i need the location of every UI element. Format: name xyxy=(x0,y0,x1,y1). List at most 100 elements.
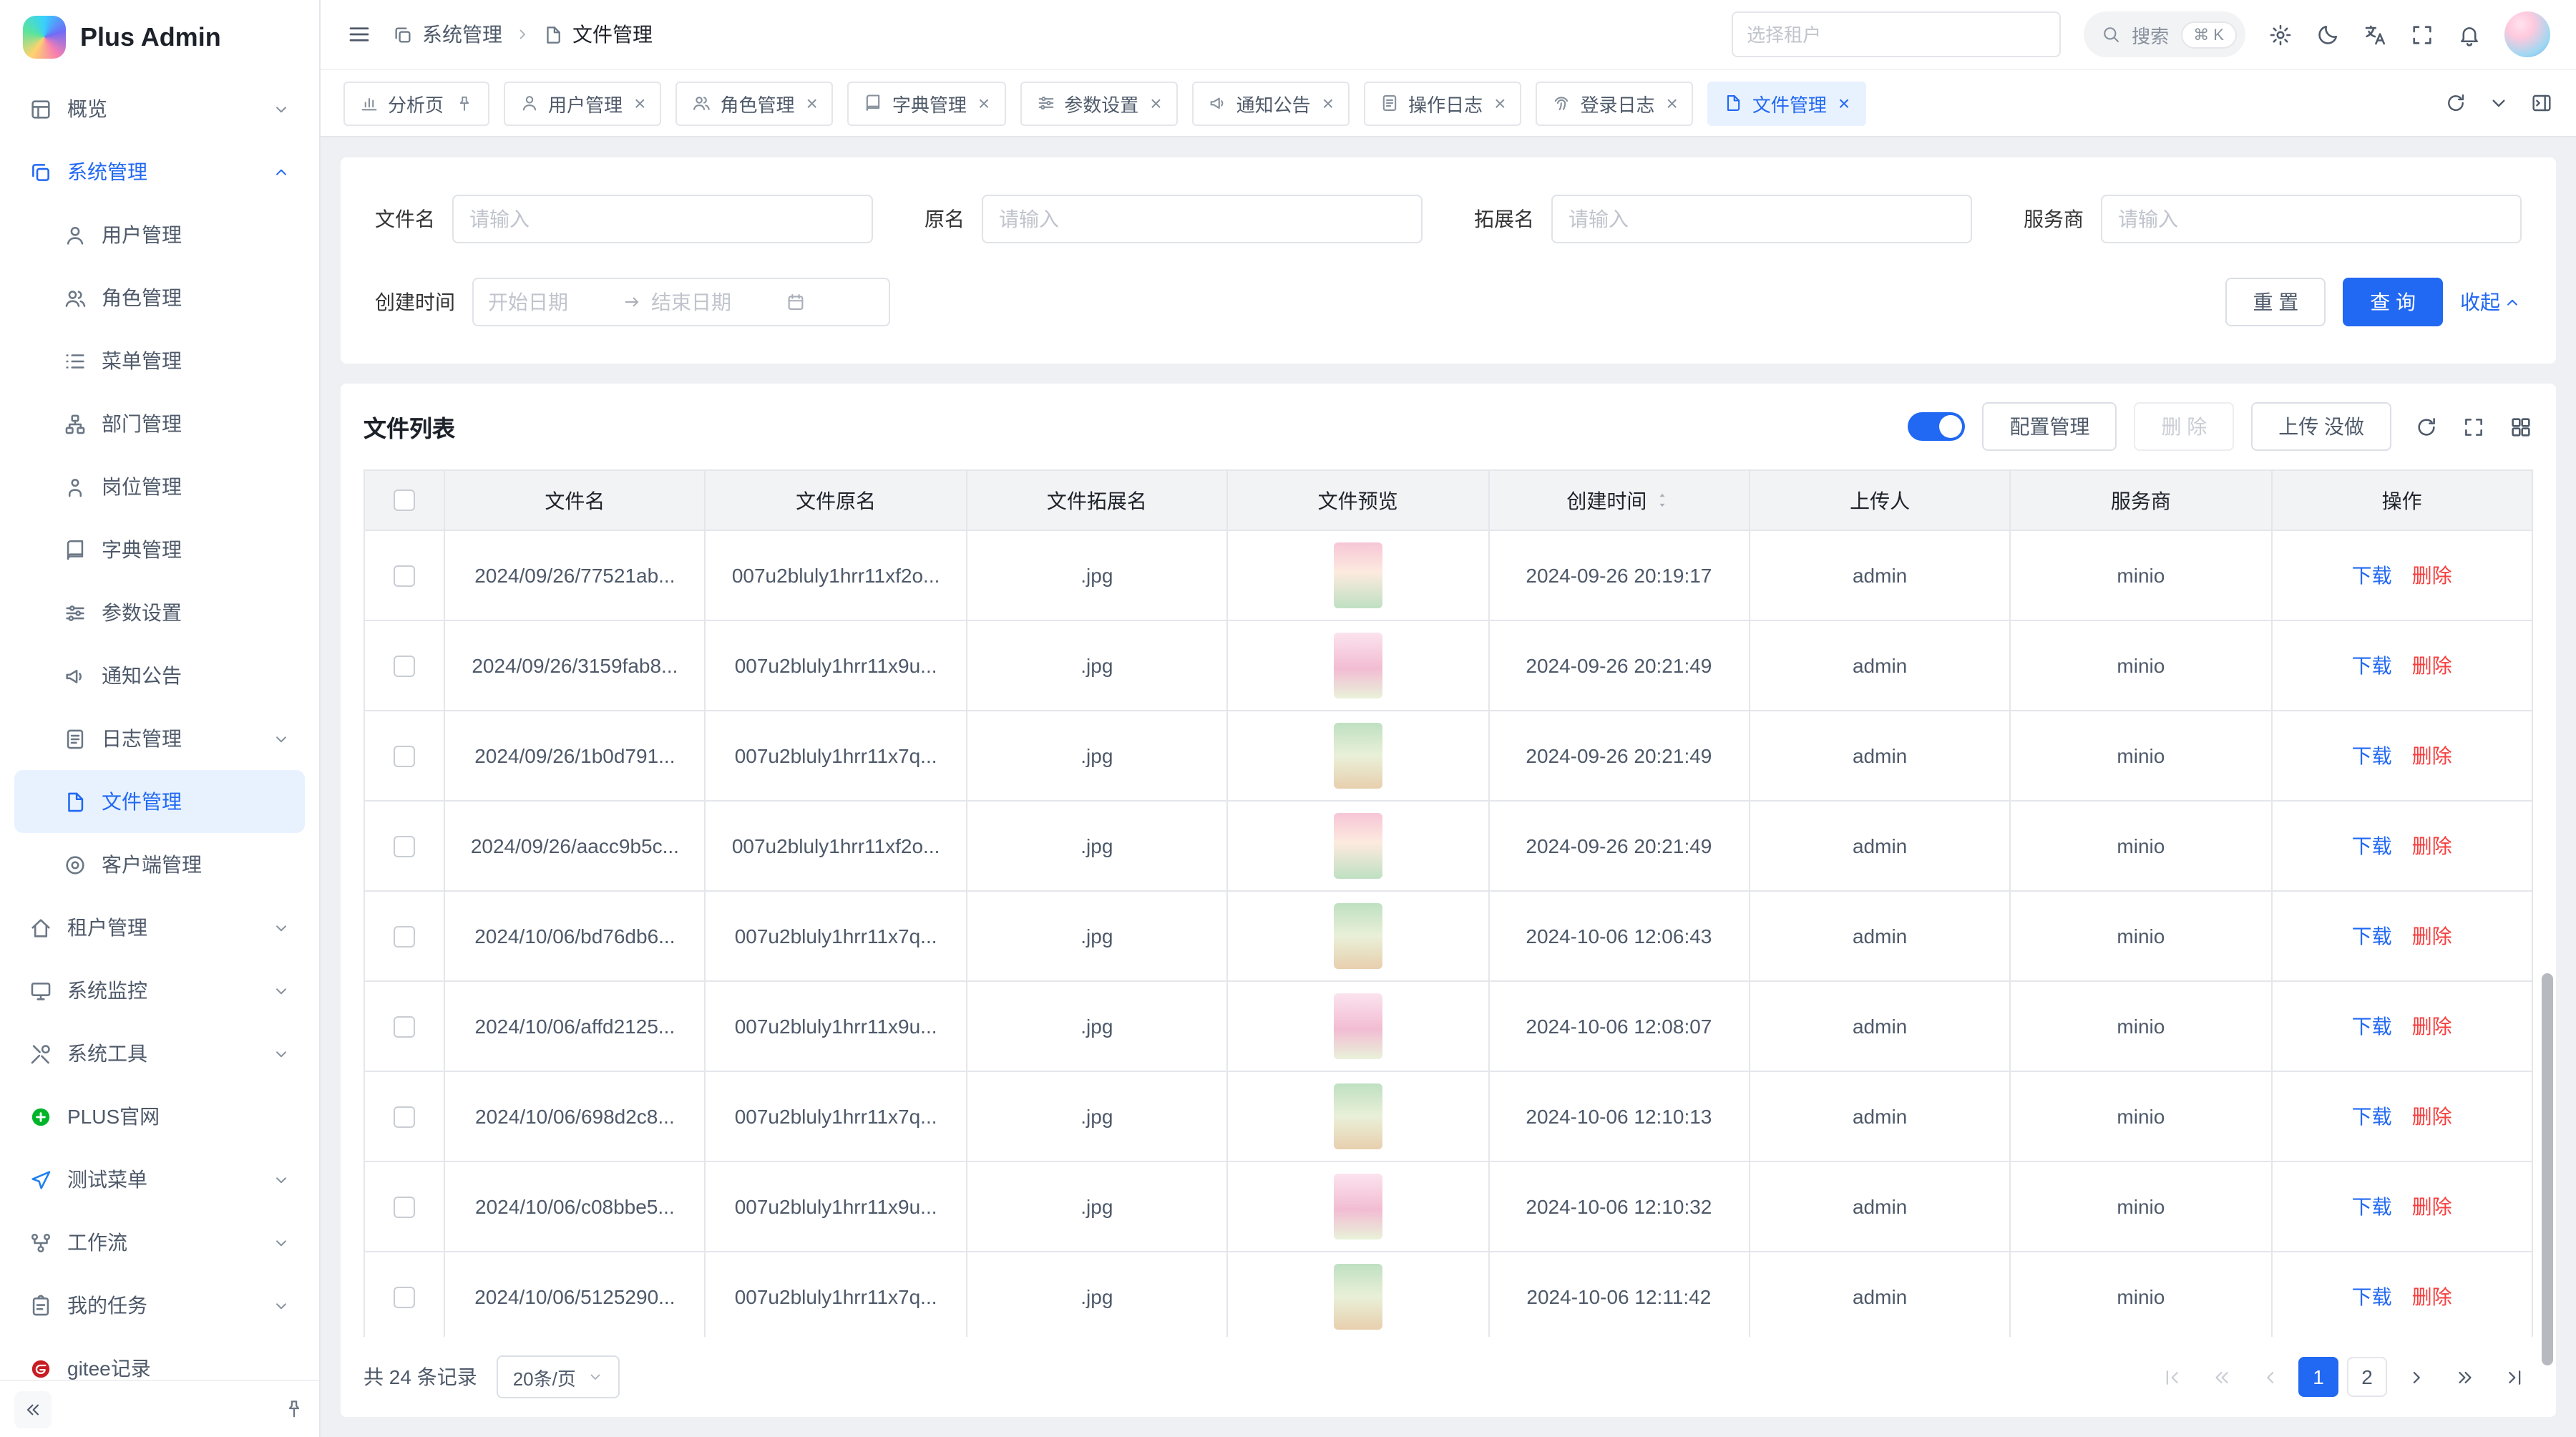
tab-item[interactable]: 登录日志× xyxy=(1536,81,1693,125)
download-link[interactable]: 下载 xyxy=(2352,741,2392,770)
file-preview-thumbnail[interactable] xyxy=(1334,723,1382,789)
row-checkbox[interactable] xyxy=(394,565,415,586)
delete-link[interactable]: 删除 xyxy=(2412,1012,2452,1041)
tab-item[interactable]: 文件管理× xyxy=(1708,81,1865,125)
file-preview-thumbnail[interactable] xyxy=(1334,903,1382,969)
tab-item[interactable]: 字典管理× xyxy=(848,81,1005,125)
sidebar-item[interactable]: 客户端管理 xyxy=(14,833,305,896)
file-preview-thumbnail[interactable] xyxy=(1334,542,1382,608)
tab-close-icon[interactable]: × xyxy=(1667,93,1678,113)
tenant-select-input[interactable] xyxy=(1731,11,2060,57)
dchevleft-button[interactable] xyxy=(2201,1357,2241,1397)
sidebar-item[interactable]: gitee记录 xyxy=(14,1337,305,1380)
barleft-button[interactable] xyxy=(2152,1357,2192,1397)
download-link[interactable]: 下载 xyxy=(2352,1192,2392,1221)
delete-link[interactable]: 删除 xyxy=(2412,832,2452,860)
batch-delete-button[interactable]: 删 除 xyxy=(2134,402,2234,451)
fullscreen-icon[interactable] xyxy=(2410,22,2434,47)
user-avatar[interactable] xyxy=(2504,11,2550,57)
chevleft-button[interactable] xyxy=(2250,1357,2290,1397)
select-all-checkbox[interactable] xyxy=(394,489,415,511)
sidebar-item[interactable]: 工作流 xyxy=(14,1211,305,1274)
download-link[interactable]: 下载 xyxy=(2352,1282,2392,1311)
download-link[interactable]: 下载 xyxy=(2352,832,2392,860)
layout-fold-icon[interactable] xyxy=(2530,92,2553,115)
filter-input[interactable] xyxy=(2101,195,2522,243)
file-preview-thumbnail[interactable] xyxy=(1334,1083,1382,1149)
collapse-sidebar-button[interactable] xyxy=(14,1390,52,1428)
sidebar-item[interactable]: 菜单管理 xyxy=(14,329,305,392)
column-header[interactable]: 创建时间 xyxy=(1488,470,1750,530)
filter-input[interactable] xyxy=(982,195,1423,243)
sidebar-item[interactable]: 用户管理 xyxy=(14,203,305,266)
tab-close-icon[interactable]: × xyxy=(806,93,817,113)
delete-link[interactable]: 删除 xyxy=(2412,922,2452,950)
page-size-select[interactable]: 20条/页 xyxy=(497,1355,620,1398)
sidebar-item[interactable]: 概览 xyxy=(14,77,305,140)
tab-item[interactable]: 用户管理× xyxy=(504,81,661,125)
download-link[interactable]: 下载 xyxy=(2352,561,2392,590)
row-checkbox[interactable] xyxy=(394,745,415,766)
delete-link[interactable]: 删除 xyxy=(2412,741,2452,770)
reset-button[interactable]: 重 置 xyxy=(2225,278,2326,326)
settings-gear-icon[interactable] xyxy=(2268,22,2293,47)
download-link[interactable]: 下载 xyxy=(2352,1012,2392,1041)
sidebar-item[interactable]: 系统工具 xyxy=(14,1022,305,1085)
tab-pin-icon[interactable] xyxy=(455,94,474,112)
date-end-input[interactable] xyxy=(651,291,777,313)
sort-icon[interactable] xyxy=(1652,491,1671,510)
sidebar-item[interactable]: 岗位管理 xyxy=(14,455,305,518)
sidebar-item[interactable]: 通知公告 xyxy=(14,644,305,707)
dark-mode-moon-icon[interactable] xyxy=(2316,22,2340,47)
file-preview-thumbnail[interactable] xyxy=(1334,1264,1382,1330)
breadcrumb-item[interactable]: 系统管理 xyxy=(392,20,502,49)
row-checkbox[interactable] xyxy=(394,1015,415,1037)
file-preview-thumbnail[interactable] xyxy=(1334,993,1382,1059)
config-manage-button[interactable]: 配置管理 xyxy=(1982,402,2117,451)
tab-close-icon[interactable]: × xyxy=(1322,93,1334,113)
tab-item[interactable]: 参数设置× xyxy=(1020,81,1177,125)
logo[interactable]: Plus Admin xyxy=(0,0,319,74)
date-range-picker[interactable] xyxy=(472,278,890,326)
sidebar-item[interactable]: 角色管理 xyxy=(14,266,305,329)
refresh-tab-icon[interactable] xyxy=(2444,92,2467,115)
row-checkbox[interactable] xyxy=(394,1286,415,1307)
breadcrumb-item[interactable]: 文件管理 xyxy=(542,20,653,49)
page-number-button[interactable]: 2 xyxy=(2347,1357,2387,1397)
sidebar-item[interactable]: 系统管理 xyxy=(14,140,305,203)
download-link[interactable]: 下载 xyxy=(2352,651,2392,680)
table-scrollbar[interactable] xyxy=(2542,973,2553,1365)
global-search-button[interactable]: 搜索 ⌘ K xyxy=(2083,11,2245,57)
file-preview-thumbnail[interactable] xyxy=(1334,813,1382,879)
tab-close-icon[interactable]: × xyxy=(1494,93,1506,113)
sidebar-item[interactable]: 日志管理 xyxy=(14,707,305,770)
delete-link[interactable]: 删除 xyxy=(2412,1282,2452,1311)
filter-input[interactable] xyxy=(1551,195,1972,243)
download-link[interactable]: 下载 xyxy=(2352,922,2392,950)
tab-item[interactable]: 操作日志× xyxy=(1364,81,1521,125)
sidebar-item[interactable]: 部门管理 xyxy=(14,392,305,455)
download-link[interactable]: 下载 xyxy=(2352,1102,2392,1131)
sidebar-item[interactable]: PLUS官网 xyxy=(14,1085,305,1148)
sidebar-item[interactable]: 参数设置 xyxy=(14,581,305,644)
pin-icon[interactable] xyxy=(283,1398,305,1420)
hamburger-menu-icon[interactable] xyxy=(346,21,372,47)
row-checkbox[interactable] xyxy=(394,835,415,857)
row-checkbox[interactable] xyxy=(394,1106,415,1127)
date-start-input[interactable] xyxy=(488,291,614,313)
tab-item[interactable]: 角色管理× xyxy=(675,81,833,125)
chevright-button[interactable] xyxy=(2396,1357,2436,1397)
delete-link[interactable]: 删除 xyxy=(2412,1102,2452,1131)
search-button[interactable]: 查 询 xyxy=(2343,278,2443,326)
expand-table-icon[interactable] xyxy=(2462,414,2486,439)
sidebar-item[interactable]: 测试菜单 xyxy=(14,1148,305,1211)
notification-bell-icon[interactable] xyxy=(2457,22,2482,47)
sidebar-item[interactable]: 文件管理 xyxy=(14,770,305,833)
tab-menu-chevron-down-icon[interactable] xyxy=(2487,92,2510,115)
delete-link[interactable]: 删除 xyxy=(2412,651,2452,680)
tab-close-icon[interactable]: × xyxy=(1838,93,1850,113)
file-preview-thumbnail[interactable] xyxy=(1334,633,1382,698)
preview-toggle[interactable] xyxy=(1908,412,1965,441)
tab-item[interactable]: 通知公告× xyxy=(1192,81,1350,125)
filter-input[interactable] xyxy=(452,195,873,243)
